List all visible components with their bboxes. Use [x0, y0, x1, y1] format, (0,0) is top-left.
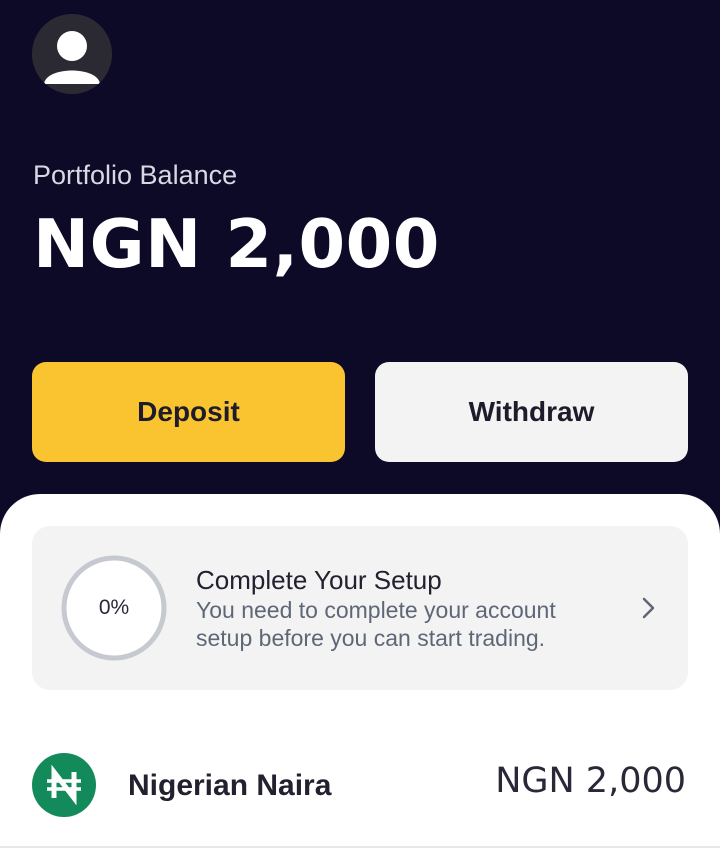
- asset-row-naira[interactable]: Nigerian Naira NGN 2,000: [0, 724, 720, 848]
- divider: [0, 846, 720, 848]
- portfolio-balance-label: Portfolio Balance: [33, 160, 238, 190]
- naira-icon: [32, 753, 96, 817]
- header-panel: Portfolio Balance NGN 2,000 Deposit With…: [0, 0, 720, 500]
- setup-title: Complete Your Setup: [196, 565, 442, 595]
- portfolio-balance-value: NGN 2,000: [33, 205, 440, 283]
- complete-setup-card[interactable]: 0% Complete Your Setup You need to compl…: [32, 526, 688, 690]
- asset-value: NGN 2,000: [495, 761, 686, 801]
- asset-name: Nigerian Naira: [128, 769, 332, 802]
- setup-progress-text: 0%: [98, 596, 130, 619]
- user-icon: [32, 14, 112, 94]
- deposit-button[interactable]: Deposit: [32, 362, 345, 462]
- setup-description: You need to complete your account setup …: [196, 597, 556, 651]
- withdraw-button[interactable]: Withdraw: [375, 362, 688, 462]
- avatar[interactable]: [32, 14, 112, 94]
- setup-progress-ring: 0%: [61, 555, 167, 661]
- chevron-right-icon: [642, 597, 655, 619]
- portfolio-sheet: 0% Complete Your Setup You need to compl…: [0, 494, 720, 854]
